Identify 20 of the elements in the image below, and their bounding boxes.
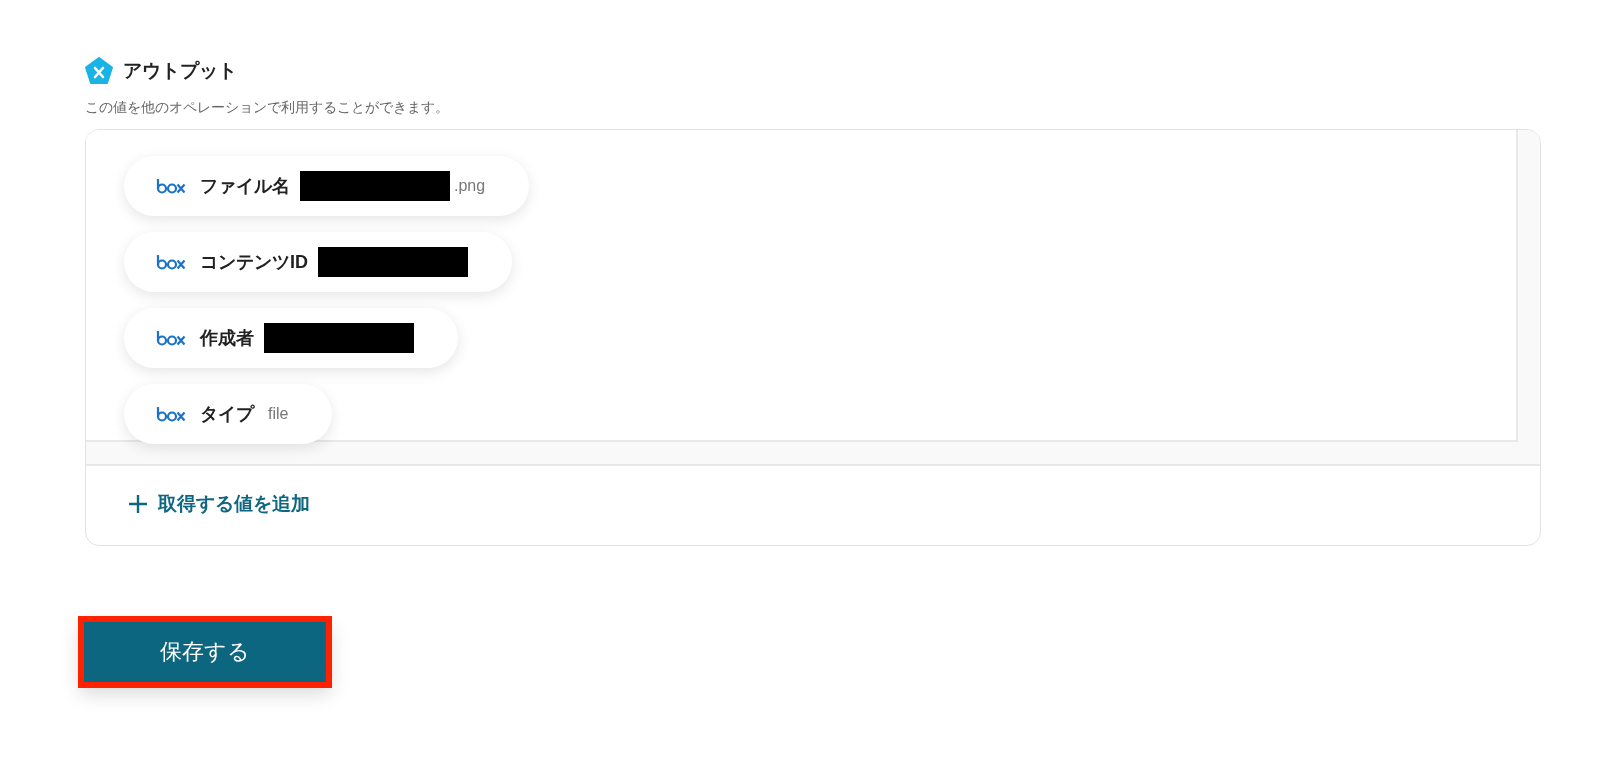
box-logo-icon [156,330,186,346]
output-chip[interactable]: コンテンツID [124,232,512,292]
section-description: この値を他のオペレーションで利用することができます。 [85,99,450,117]
box-logo-icon [156,178,186,194]
section-title: アウトプット [123,59,237,83]
output-label: 作成者 [200,327,254,350]
output-value: .png [454,177,486,195]
pentagon-x-icon [85,57,113,85]
output-label: ファイル名 [200,175,290,198]
add-value-link[interactable]: 取得する値を追加 [128,491,310,517]
box-logo-icon [156,254,186,270]
plus-icon [128,494,148,514]
output-chip[interactable]: 作成者 [124,308,458,368]
save-button[interactable]: 保存する [80,618,330,686]
output-chip[interactable]: ファイル名 .png [124,156,530,216]
output-chip[interactable]: タイプ file [124,384,333,444]
output-value: file [268,405,289,423]
box-logo-icon [156,406,186,422]
output-label: タイプ [200,403,254,426]
output-label: コンテンツID [200,251,308,274]
